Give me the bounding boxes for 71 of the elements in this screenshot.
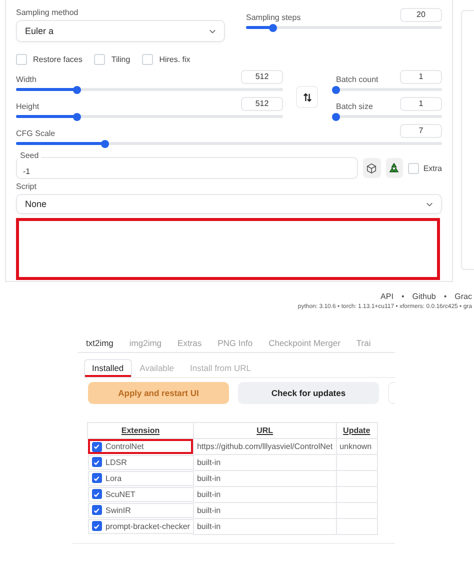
field-label: CFG Scale [16,129,56,138]
field-label: Sampling method [16,8,80,17]
column-header: Extension [88,422,194,438]
seed-field[interactable]: -1 [16,157,358,179]
number-field[interactable]: 1 [400,97,442,111]
checkbox[interactable] [92,521,102,531]
number-field[interactable]: 7 [400,124,442,138]
dice-button[interactable] [363,158,381,178]
recycle-icon [388,162,400,174]
field-label: Width [16,75,36,84]
table-cell: built-in [193,454,336,470]
slider-thumb[interactable] [269,24,278,32]
field-label: Batch count [336,75,378,84]
number-field[interactable]: 1 [400,70,442,84]
table-cell: built-in [193,486,336,502]
separator-dot: • [444,292,447,301]
column-header: URL [193,422,336,438]
checkbox-label: Extra [423,164,442,172]
chevron-icon [209,28,216,34]
extension-name: LDSR [106,458,127,466]
table-cell: built-in [193,518,336,534]
checkbox[interactable] [92,505,102,515]
field-label: Sampling steps [246,13,301,22]
checkbox[interactable] [92,457,102,467]
number-field[interactable]: 512 [241,97,283,111]
extension-name: Lora [106,474,122,482]
table-cell [336,518,378,534]
checkbox[interactable] [92,473,102,483]
checkbox-label: Tiling [111,55,130,64]
number-field[interactable]: 512 [241,70,283,84]
slider-thumb[interactable] [332,112,340,120]
footer-link[interactable]: Github [412,292,436,301]
field-label: Seed [18,151,41,160]
footer-link[interactable]: Grac [454,292,472,301]
field-label: Script [16,182,38,191]
table-cell [336,454,378,470]
script-select[interactable]: None [16,194,442,214]
slider-thumb[interactable] [73,112,82,120]
slider-thumb[interactable] [332,86,340,94]
table-cell [336,486,378,502]
update-check-button[interactable]: Check for updates [238,382,379,404]
table-cell: built-in [193,502,336,518]
table-cell [336,470,378,486]
checkbox[interactable] [92,442,102,452]
swap-button[interactable] [296,86,318,108]
sampling-method-select[interactable]: Euler a [16,20,225,42]
table-cell: https://github.com/lllyasviel/ControlNet [193,438,336,454]
table-cell [336,502,378,518]
recycle-button[interactable] [386,158,404,178]
field-label: Height [16,102,40,111]
slider-thumb[interactable] [101,140,110,148]
extension-name: ScuNET [106,490,136,498]
separator-dot: • [401,292,404,301]
checkbox-label: Hires. fix [159,55,190,64]
swap-icon [302,92,312,102]
table-cell: unknown [336,438,378,454]
field-label: Batch size [336,102,373,111]
number-field[interactable]: 20 [400,8,442,22]
tab[interactable]: Installed [84,359,132,377]
extension-name: prompt-bracket-checker [106,522,190,530]
tab[interactable]: txt2img [78,336,122,352]
checkbox[interactable] [92,489,102,499]
slider-thumb[interactable] [73,86,82,94]
table-cell: built-in [193,470,336,486]
chevron-icon [426,202,433,206]
column-header: Update [336,422,378,438]
footer-link[interactable]: API [380,292,394,301]
checkbox-label: Restore faces [33,55,82,64]
dice-icon [366,162,378,174]
extension-name: SwinIR [106,506,131,514]
extension-name: ControlNet [106,442,144,451]
